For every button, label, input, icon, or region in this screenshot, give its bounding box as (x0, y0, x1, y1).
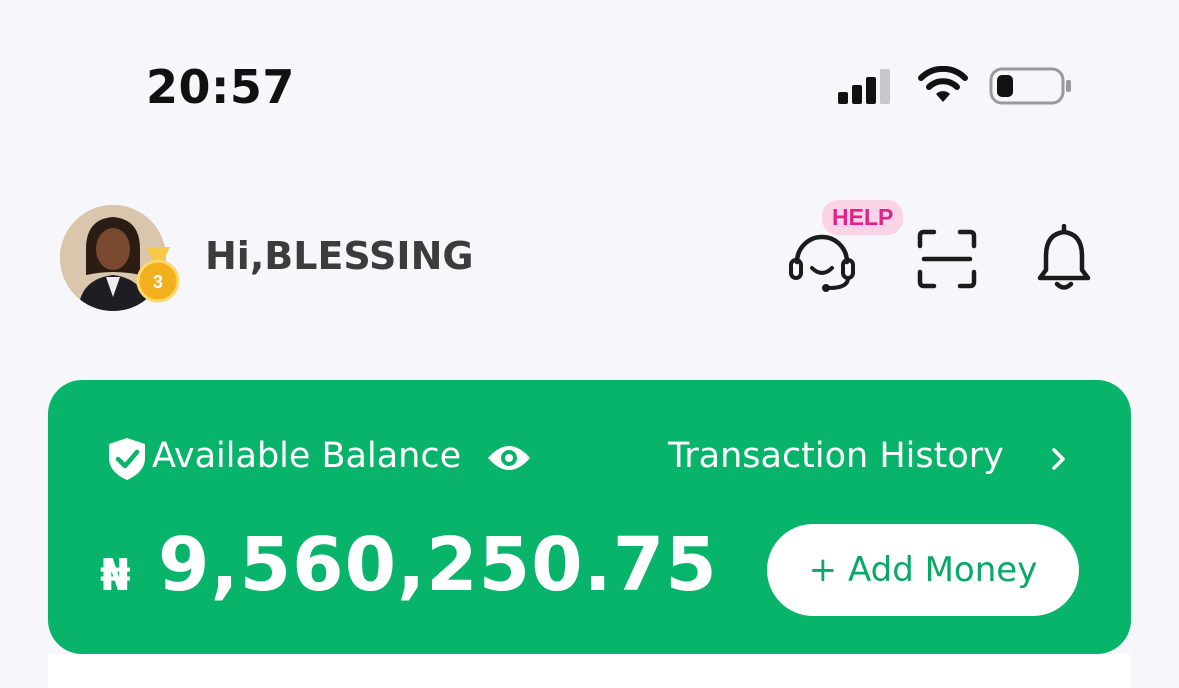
available-balance-label: Available Balance (152, 436, 462, 476)
status-time: 20:57 (146, 60, 295, 114)
chevron-right-icon[interactable] (1048, 444, 1070, 474)
level-medal-icon: 3 (136, 247, 180, 303)
bell-icon[interactable] (1034, 224, 1094, 292)
headset-icon[interactable] (785, 224, 859, 294)
currency-symbol: ₦ (100, 550, 131, 601)
status-bar: 20:57 (0, 0, 1179, 140)
transaction-history-link[interactable]: Transaction History (668, 436, 1004, 476)
level-number: 3 (153, 272, 163, 292)
greeting-text: Hi,BLESSING (205, 234, 474, 278)
battery-low-icon (989, 67, 1071, 105)
card-lower-panel (48, 654, 1131, 688)
add-money-button[interactable]: + Add Money (767, 524, 1079, 616)
wifi-icon (918, 66, 968, 102)
balance-amount: 9,560,250.75 (158, 522, 718, 608)
scan-icon[interactable] (916, 228, 978, 290)
shield-check-icon (109, 438, 145, 480)
balance-card: Available Balance Transaction History ₦ … (48, 380, 1131, 654)
eye-icon[interactable] (486, 440, 532, 476)
cellular-signal-icon (838, 69, 890, 104)
